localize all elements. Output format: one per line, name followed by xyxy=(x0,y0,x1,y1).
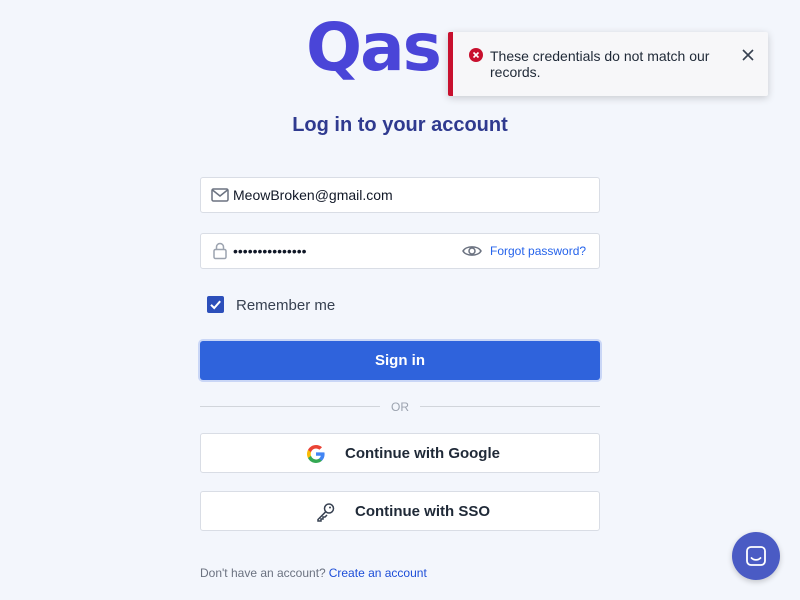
continue-with-sso-button[interactable]: Continue with SSO xyxy=(200,491,600,531)
chat-button[interactable] xyxy=(732,532,780,580)
divider-or: OR xyxy=(391,400,409,414)
signup-prompt-text: Don't have an account? xyxy=(200,566,326,580)
lock-icon xyxy=(213,242,227,260)
remember-me-label: Remember me xyxy=(236,297,336,314)
signup-prompt: Don't have an account? Create an account xyxy=(200,566,427,580)
remember-me-checkbox[interactable] xyxy=(207,296,224,313)
checkmark-icon xyxy=(210,300,221,310)
forgot-password-link[interactable]: Forgot password? xyxy=(490,244,586,258)
logo-text: Qas xyxy=(306,9,442,86)
envelope-icon xyxy=(211,188,229,202)
divider-line-left xyxy=(200,406,380,407)
error-circle-icon xyxy=(469,48,483,62)
error-toast: These credentials do not match our recor… xyxy=(448,32,768,96)
password-field-container: Forgot password? xyxy=(200,233,600,269)
password-input[interactable] xyxy=(233,234,453,268)
create-account-link[interactable]: Create an account xyxy=(329,566,427,580)
toast-message: These credentials do not match our recor… xyxy=(490,48,710,80)
chat-icon xyxy=(746,546,766,566)
qase-logo: Qas xyxy=(306,9,456,86)
close-icon[interactable] xyxy=(741,48,755,62)
google-icon xyxy=(307,445,325,463)
email-field-container xyxy=(200,177,600,213)
key-icon xyxy=(317,503,335,522)
eye-icon[interactable] xyxy=(462,242,482,260)
sign-in-button[interactable]: Sign in xyxy=(200,341,600,380)
continue-with-sso-label: Continue with SSO xyxy=(355,503,490,520)
continue-with-google-button[interactable]: Continue with Google xyxy=(200,433,600,473)
continue-with-google-label: Continue with Google xyxy=(345,445,500,462)
email-input[interactable] xyxy=(233,178,573,212)
page-title: Log in to your account xyxy=(292,114,508,136)
divider-line-right xyxy=(420,406,600,407)
